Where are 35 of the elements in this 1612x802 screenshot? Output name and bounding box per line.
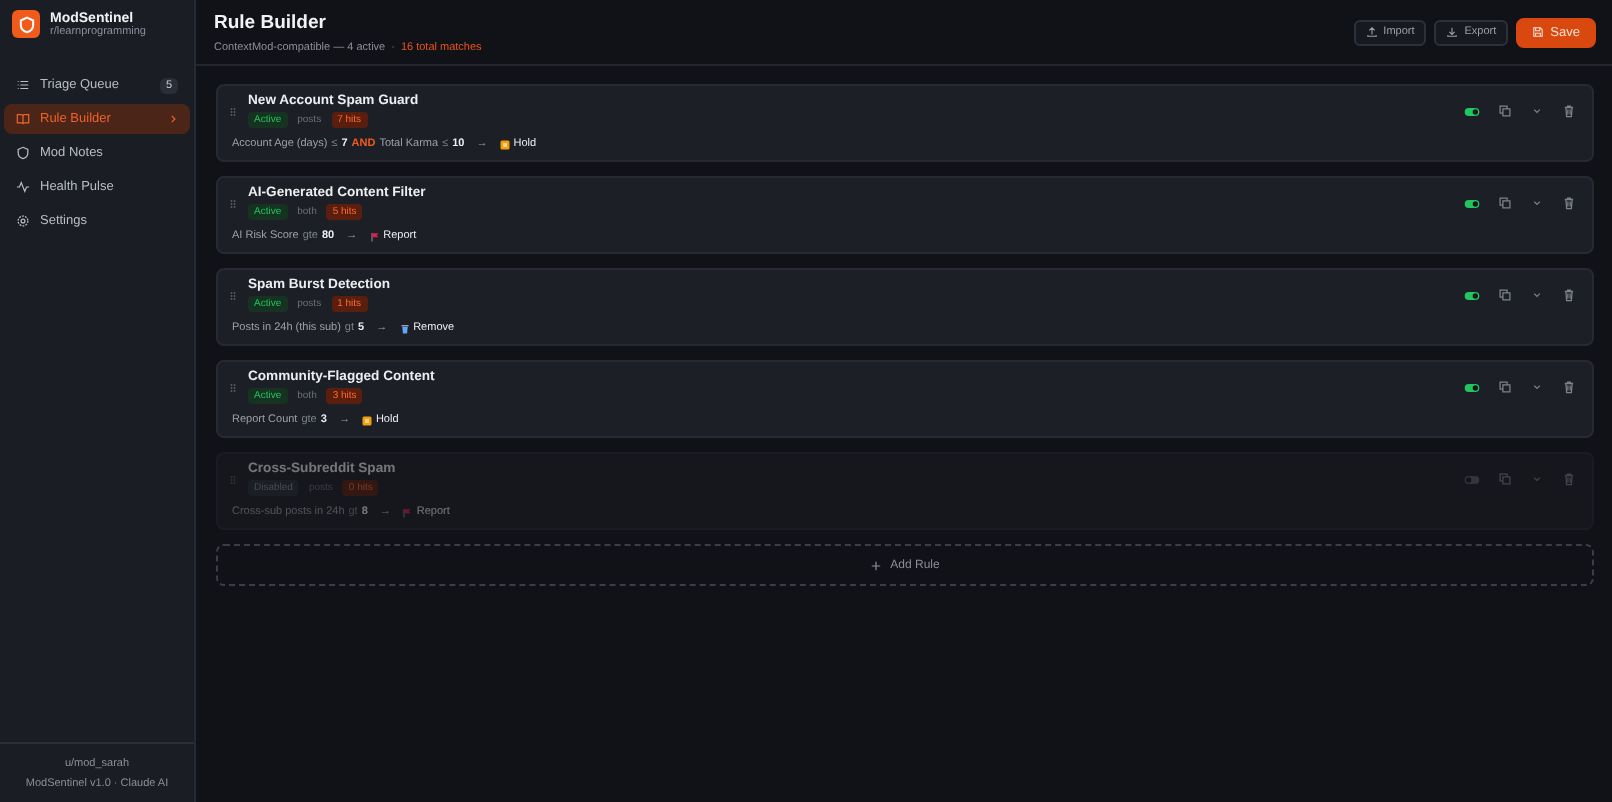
page-title: Rule Builder	[214, 11, 328, 33]
toggle-switch[interactable]	[1464, 381, 1480, 393]
chevron-down-icon[interactable]	[1530, 472, 1544, 486]
shield-icon	[16, 146, 30, 160]
chevron-down-icon[interactable]	[1530, 104, 1544, 118]
copy-icon[interactable]	[1498, 104, 1512, 118]
delete-icon[interactable]	[1562, 104, 1576, 118]
save-icon	[1532, 26, 1545, 38]
toggle-switch[interactable]	[1464, 473, 1480, 485]
trash-can-icon	[399, 323, 410, 333]
toggle-switch[interactable]	[1464, 289, 1480, 301]
download-icon	[1446, 26, 1459, 38]
settings-icon	[16, 214, 30, 228]
chevron-right-icon	[168, 114, 178, 124]
copy-icon[interactable]	[1498, 196, 1512, 210]
app-logo-icon	[12, 10, 40, 38]
chevron-down-icon[interactable]	[1530, 196, 1544, 210]
chevron-down-icon[interactable]	[1530, 380, 1544, 394]
flag-icon	[402, 507, 413, 517]
delete-icon[interactable]	[1562, 380, 1576, 394]
upload-icon	[1365, 26, 1378, 38]
delete-icon[interactable]	[1562, 288, 1576, 302]
pause-icon	[499, 139, 510, 149]
delete-icon[interactable]	[1562, 196, 1576, 210]
copy-icon[interactable]	[1498, 288, 1512, 302]
pause-icon	[361, 415, 372, 425]
toggle-switch[interactable]	[1464, 197, 1480, 209]
copy-icon[interactable]	[1498, 380, 1512, 394]
flag-icon	[369, 231, 380, 241]
toggle-switch[interactable]	[1464, 105, 1480, 117]
pulse-icon	[16, 180, 30, 194]
chevron-down-icon[interactable]	[1530, 288, 1544, 302]
plus-icon	[870, 559, 883, 571]
book-icon	[16, 112, 30, 126]
list-icon	[16, 78, 30, 92]
